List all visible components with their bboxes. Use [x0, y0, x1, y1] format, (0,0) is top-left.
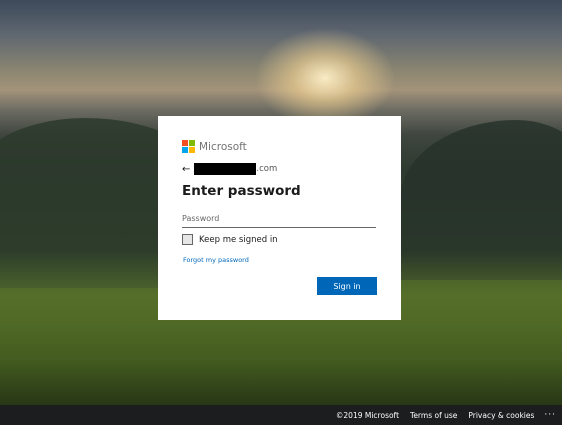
account-identity: ← .com — [182, 163, 277, 175]
logo-square-yellow — [189, 147, 195, 153]
sign-in-button[interactable]: Sign in — [317, 277, 377, 295]
footer-privacy-link[interactable]: Privacy & cookies — [468, 411, 534, 420]
footer-terms-link[interactable]: Terms of use — [410, 411, 457, 420]
brand-name: Microsoft — [199, 140, 247, 153]
footer-copyright: ©2019 Microsoft — [335, 410, 400, 420]
logo-square-blue — [182, 147, 188, 153]
email-domain-suffix: .com — [256, 164, 278, 174]
sign-in-page: Microsoft ← .com Enter password Keep me … — [0, 0, 562, 425]
password-input[interactable] — [182, 209, 376, 228]
logo-square-red — [182, 140, 188, 146]
keep-signed-in-option[interactable]: Keep me signed in — [182, 234, 278, 245]
microsoft-logo: Microsoft — [182, 140, 247, 153]
page-title: Enter password — [182, 183, 301, 199]
redacted-email-block — [194, 163, 257, 175]
sign-in-card: Microsoft ← .com Enter password Keep me … — [158, 116, 401, 320]
keep-signed-in-label: Keep me signed in — [199, 234, 278, 245]
logo-square-green — [189, 140, 195, 146]
footer-more-icon[interactable]: ··· — [544, 410, 556, 420]
page-footer: ©2019 Microsoft Terms of use Privacy & c… — [0, 405, 562, 425]
forgot-password-link[interactable]: Forgot my password — [183, 256, 249, 264]
microsoft-logo-icon — [182, 140, 195, 153]
back-arrow-icon[interactable]: ← — [182, 164, 190, 175]
keep-signed-in-checkbox[interactable] — [182, 234, 193, 245]
